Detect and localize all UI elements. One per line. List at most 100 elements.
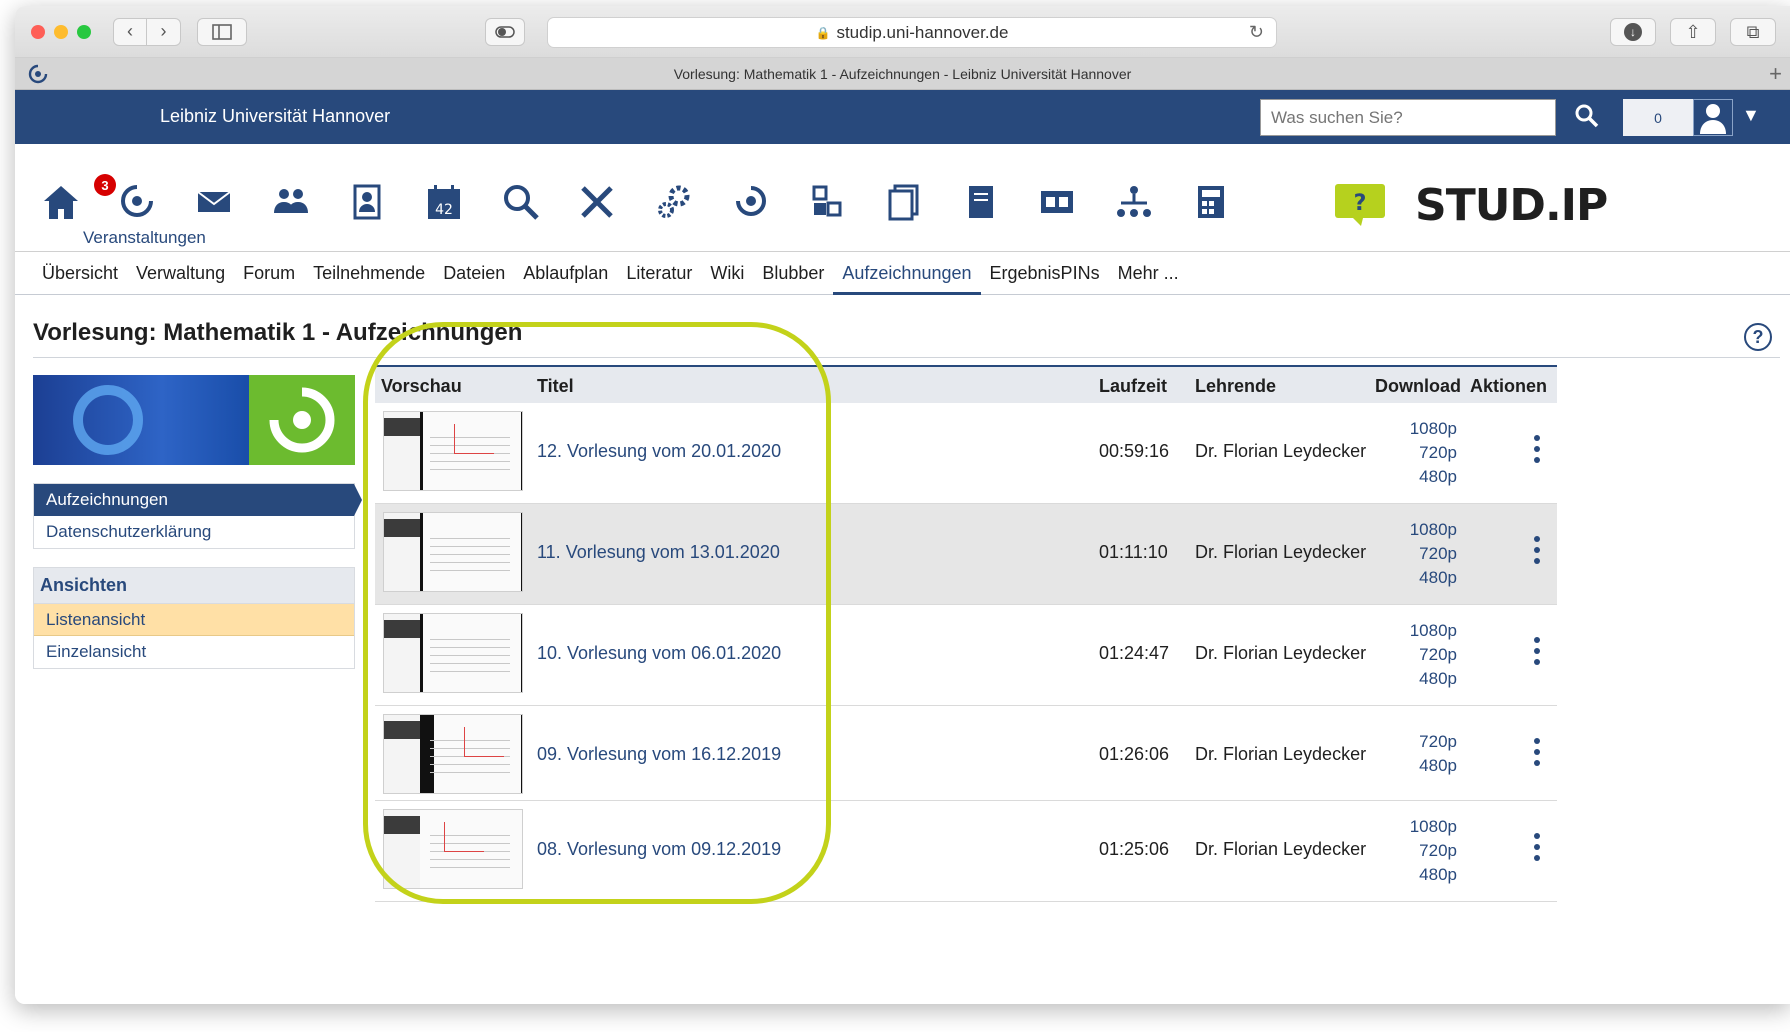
profile-icon[interactable] <box>343 178 391 226</box>
help-circle-icon[interactable]: ? <box>1744 323 1772 351</box>
tab-teilnehmende[interactable]: Teilnehmende <box>304 252 434 295</box>
download-480p-link[interactable]: 480p <box>1377 863 1457 887</box>
close-window-button[interactable] <box>31 24 45 39</box>
video-thumbnail[interactable] <box>383 613 523 693</box>
notification-counter[interactable]: 0 <box>1623 99 1693 136</box>
zoom-window-button[interactable] <box>77 24 91 39</box>
download-1080p-link[interactable]: 1080p <box>1377 815 1457 839</box>
tab-ablaufplan[interactable]: Ablaufplan <box>514 252 617 295</box>
calculator-icon[interactable] <box>1187 178 1235 226</box>
courses-icon[interactable] <box>113 178 161 226</box>
sidebar-item-aufzeichnungen[interactable]: Aufzeichnungen <box>34 484 362 516</box>
browser-window: ‹ › 🔒 studip.uni-hannover.de ↻ ↓ ⇧ ⧉ Vor… <box>15 6 1790 1004</box>
col-lehrende[interactable]: Lehrende <box>1195 376 1276 397</box>
messages-icon[interactable] <box>190 178 238 226</box>
share-button[interactable]: ⇧ <box>1670 18 1716 46</box>
download-480p-link[interactable]: 480p <box>1377 754 1457 778</box>
sidebar: Aufzeichnungen Datenschutzerklärung Ansi… <box>33 375 362 669</box>
recording-title-link[interactable]: 12. Vorlesung vom 20.01.2020 <box>537 441 781 462</box>
download-720p-link[interactable]: 720p <box>1377 643 1457 667</box>
download-720p-link[interactable]: 720p <box>1377 542 1457 566</box>
download-1080p-link[interactable]: 1080p <box>1377 518 1457 542</box>
tab-verwaltung[interactable]: Verwaltung <box>127 252 234 295</box>
col-vorschau[interactable]: Vorschau <box>381 376 462 397</box>
forward-button[interactable]: › <box>147 17 181 46</box>
nav-courses-label[interactable]: Veranstaltungen <box>83 228 206 248</box>
more-actions-icon[interactable] <box>1531 833 1543 861</box>
main-icon-nav: 3 Veranstaltungen 42 ? STUD.IP <box>15 144 1790 252</box>
video-thumbnail[interactable] <box>383 512 523 592</box>
active-tab[interactable]: Vorlesung: Mathematik 1 - Aufzeichnungen… <box>15 66 1790 82</box>
opencast-icon[interactable] <box>727 178 775 226</box>
more-actions-icon[interactable] <box>1531 435 1543 463</box>
tab-blubber[interactable]: Blubber <box>753 252 833 295</box>
university-name[interactable]: Leibniz Universität Hannover <box>160 106 390 127</box>
download-icon: ↓ <box>1624 23 1642 41</box>
address-bar[interactable]: 🔒 studip.uni-hannover.de ↻ <box>547 17 1277 48</box>
reload-icon[interactable]: ↻ <box>1249 22 1264 43</box>
tabs-overview-button[interactable]: ⧉ <box>1730 18 1776 46</box>
video-thumbnail[interactable] <box>383 411 523 491</box>
recording-lecturer: Dr. Florian Leydecker <box>1195 441 1367 461</box>
back-button[interactable]: ‹ <box>113 17 147 46</box>
studip-logo[interactable]: STUD.IP <box>1415 180 1608 231</box>
admin-icon[interactable] <box>650 178 698 226</box>
recording-lecturer: Dr. Florian Leydecker <box>1195 643 1367 663</box>
download-1080p-link[interactable]: 1080p <box>1377 619 1457 643</box>
community-icon[interactable] <box>267 178 315 226</box>
downloads-button[interactable]: ↓ <box>1610 18 1656 46</box>
more-actions-icon[interactable] <box>1531 536 1543 564</box>
help-icon[interactable]: ? <box>1333 182 1387 228</box>
schedule-icon[interactable]: 42 <box>420 178 468 226</box>
video-thumbnail[interactable] <box>383 809 523 889</box>
privacy-report-button[interactable] <box>485 18 525 46</box>
search-input[interactable] <box>1260 99 1556 136</box>
download-1080p-link[interactable]: 1080p <box>1377 417 1457 441</box>
download-720p-link[interactable]: 720p <box>1377 730 1457 754</box>
files-icon[interactable] <box>880 178 928 226</box>
new-tab-button[interactable]: + <box>1769 61 1782 87</box>
view-listenansicht[interactable]: Listenansicht <box>34 604 354 636</box>
tab-aufzeichnungen[interactable]: Aufzeichnungen <box>833 252 981 296</box>
table-header: Vorschau Titel Laufzeit Lehrende Downloa… <box>375 365 1557 403</box>
download-720p-link[interactable]: 720p <box>1377 839 1457 863</box>
download-720p-link[interactable]: 720p <box>1377 441 1457 465</box>
sidebar-toggle-button[interactable] <box>197 17 247 46</box>
chevron-down-icon[interactable]: ▼ <box>1742 105 1760 126</box>
documents-icon[interactable] <box>957 178 1005 226</box>
col-titel[interactable]: Titel <box>537 376 574 397</box>
tools-icon[interactable] <box>573 178 621 226</box>
more-actions-icon[interactable] <box>1531 738 1543 766</box>
tab-forum[interactable]: Forum <box>234 252 304 295</box>
search-nav-icon[interactable] <box>497 178 545 226</box>
title-divider <box>33 357 1780 358</box>
home-icon[interactable] <box>37 178 85 226</box>
rooms-icon[interactable] <box>1033 178 1081 226</box>
recording-lecturer: Dr. Florian Leydecker <box>1195 542 1367 562</box>
tab-literatur[interactable]: Literatur <box>617 252 701 295</box>
avatar[interactable] <box>1693 99 1733 136</box>
col-laufzeit[interactable]: Laufzeit <box>1099 376 1167 397</box>
recording-title-link[interactable]: 10. Vorlesung vom 06.01.2020 <box>537 643 781 664</box>
tab-mehr[interactable]: Mehr ... <box>1109 252 1188 295</box>
views-heading: Ansichten <box>34 568 354 604</box>
recording-title-link[interactable]: 09. Vorlesung vom 16.12.2019 <box>537 744 781 765</box>
tab-ergebnispins[interactable]: ErgebnisPINs <box>981 252 1109 295</box>
evaluation-icon[interactable] <box>803 178 851 226</box>
download-480p-link[interactable]: 480p <box>1377 667 1457 691</box>
tab-wiki[interactable]: Wiki <box>701 252 753 295</box>
search-icon[interactable] <box>1574 103 1600 129</box>
minimize-window-button[interactable] <box>54 24 68 39</box>
download-480p-link[interactable]: 480p <box>1377 566 1457 590</box>
tab-dateien[interactable]: Dateien <box>434 252 514 295</box>
recording-title-link[interactable]: 08. Vorlesung vom 09.12.2019 <box>537 839 781 860</box>
download-480p-link[interactable]: 480p <box>1377 465 1457 489</box>
recordings-table: Vorschau Titel Laufzeit Lehrende Downloa… <box>375 365 1557 902</box>
hierarchy-icon[interactable] <box>1110 178 1158 226</box>
recording-title-link[interactable]: 11. Vorlesung vom 13.01.2020 <box>537 542 780 563</box>
video-thumbnail[interactable] <box>383 714 523 794</box>
tab-uebersicht[interactable]: Übersicht <box>33 252 127 295</box>
more-actions-icon[interactable] <box>1531 637 1543 665</box>
sidebar-item-datenschutz[interactable]: Datenschutzerklärung <box>34 516 354 548</box>
view-einzelansicht[interactable]: Einzelansicht <box>34 636 354 668</box>
